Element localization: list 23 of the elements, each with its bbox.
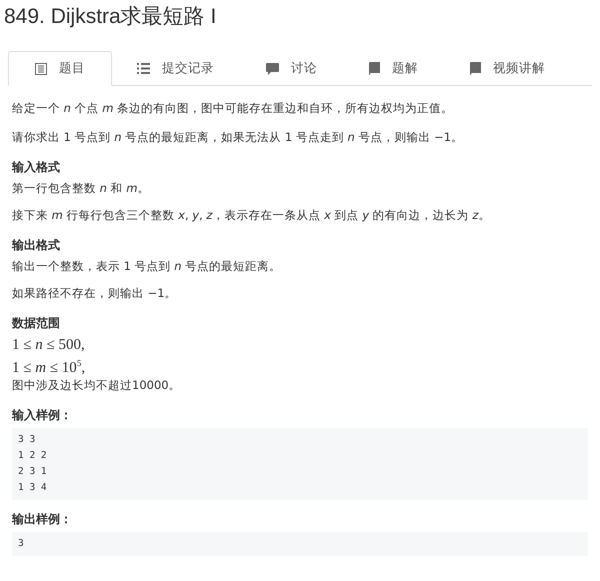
section-heading: 输入格式: [12, 159, 61, 176]
section-heading: 输出格式: [12, 237, 61, 254]
paragraph: 输出一个整数，表示 1 号点到 n 号点的最短距离。: [12, 258, 282, 275]
section-heading: 输入样例：: [12, 407, 73, 424]
list-icon: [137, 63, 150, 74]
paragraph: 如果路径不存在，则输出 −1。: [12, 285, 178, 302]
book-icon: [369, 62, 380, 75]
paragraph: 第一行包含整数 n 和 m。: [12, 180, 150, 197]
paragraph: 请你求出 1 号点到 n 号点的最短距离，如果无法从 1 号点走到 n 号点，则输出 −1。: [12, 129, 464, 146]
book-icon: [470, 62, 481, 75]
math-formula: 1 ≤ n ≤ 500,: [12, 336, 86, 354]
chat-icon: [266, 62, 279, 74]
code-block: 3 3 1 2 2 2 3 1 1 3 4: [12, 428, 588, 500]
paragraph: 图中涉及边长均不超过10000。: [12, 377, 182, 394]
code-block: 3: [12, 532, 588, 556]
math-formula: 1 ≤ m ≤ 10$^{5}$,: [12, 357, 86, 377]
section-heading: 数据范围: [12, 315, 61, 332]
problem-title: 849. Dijkstra求最短路 I: [4, 4, 218, 30]
paragraph: 给定一个 n 个点 m 条边的有向图，图中可能存在重边和自环，所有边权均为正值。: [12, 100, 454, 117]
document-icon: [35, 62, 47, 74]
section-heading: 输出样例：: [12, 511, 73, 528]
paragraph: 接下来 m 行每行包含三个整数 x, y, z，表示存在一条从点 x 到点 y 的有向边，边长为 z。: [12, 207, 492, 224]
tab[interactable]: 题目: [8, 51, 112, 86]
